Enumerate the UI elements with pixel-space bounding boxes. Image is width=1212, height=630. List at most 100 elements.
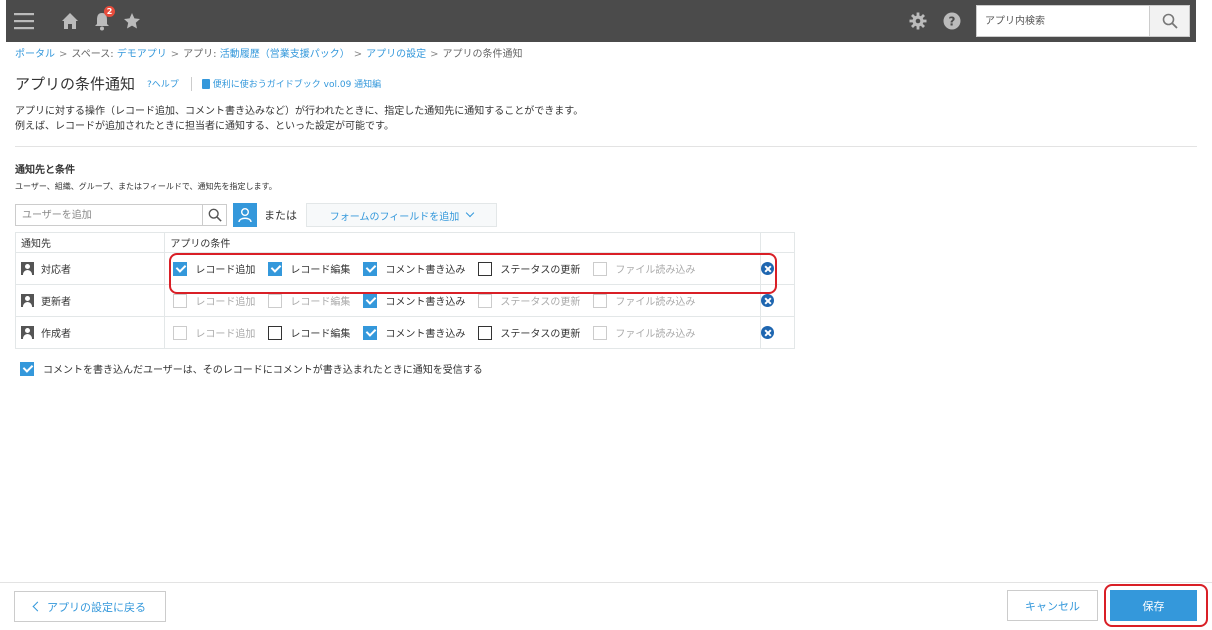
condition-option[interactable]: コメント書き込み (363, 325, 465, 340)
home-icon[interactable] (58, 9, 82, 33)
chevron-down-icon (466, 208, 475, 218)
target-wrap: 対応者 (16, 253, 164, 284)
condition-label: レコード追加 (195, 265, 256, 276)
title-row: アプリの条件通知 ?ヘルプ 便利に使おうガイドブック vol.09 通知編 (15, 73, 381, 94)
target-label: 対応者 (41, 265, 71, 276)
header-target: 通知先 (14, 232, 166, 253)
condition-option: レコード編集 (268, 293, 350, 308)
condition-checkbox[interactable] (268, 261, 283, 276)
condition-option[interactable]: ステータスの更新 (478, 261, 580, 276)
description-line-2: 例えば、レコードが追加されたときに担当者に通知する、といった設定が可能です。 (15, 121, 394, 132)
condition-option[interactable]: レコード編集 (268, 325, 350, 340)
condition-label: ステータスの更新 (500, 297, 581, 308)
breadcrumb-separator: > (170, 49, 180, 60)
condition-checkbox[interactable] (268, 325, 283, 340)
menu-icon[interactable] (12, 9, 36, 33)
favorite-star-icon[interactable] (120, 9, 144, 33)
description-line-1: アプリに対する操作（レコード追加、コメント書き込みなど）が行われたときに、指定し… (15, 106, 584, 117)
remove-row-icon[interactable] (761, 262, 775, 275)
condition-checkbox (593, 261, 608, 276)
svg-text:?: ? (949, 15, 956, 29)
conditions-wrap: レコード追加 レコード編集 コメント書き込み ステータスの更新 ファイル読み込み (165, 285, 760, 316)
condition-option: レコード追加 (173, 325, 255, 340)
condition-checkbox (478, 293, 493, 308)
condition-checkbox (268, 293, 283, 308)
add-target-row: または フォームのフィールドを追加 (15, 203, 497, 227)
back-label: アプリの設定に戻る (47, 600, 146, 614)
user-icon (21, 326, 34, 339)
page-description: アプリに対する操作（レコード追加、コメント書き込みなど）が行われたときに、指定し… (15, 104, 583, 134)
help-link[interactable]: ?ヘルプ (147, 77, 179, 90)
add-form-field-label: フォームのフィールドを追加 (329, 211, 460, 223)
condition-option: ファイル読み込み (593, 261, 695, 276)
footer-divider (0, 582, 1212, 583)
title-divider (190, 76, 192, 91)
or-label: または (264, 209, 297, 222)
commenter-notify-checkbox[interactable] (20, 361, 34, 376)
target-cell: 作成者 (14, 316, 166, 349)
breadcrumb-separator: > (59, 49, 68, 60)
page-title: アプリの条件通知 (15, 75, 136, 93)
target-label: 作成者 (41, 329, 71, 340)
divider (15, 146, 1197, 147)
condition-label: レコード追加 (195, 297, 256, 308)
remove-row-icon[interactable] (761, 326, 775, 339)
user-picker-button[interactable] (233, 203, 257, 227)
breadcrumb-separator: > (430, 49, 439, 60)
condition-label: ステータスの更新 (500, 265, 581, 276)
remove-row-icon[interactable] (761, 294, 775, 307)
breadcrumb-app-prefix: アプリ: (183, 49, 217, 60)
condition-label: コメント書き込み (385, 265, 466, 276)
person-icon (238, 208, 252, 223)
condition-checkbox[interactable] (173, 261, 188, 276)
help-question-icon[interactable]: ? (940, 9, 964, 33)
user-icon (21, 294, 34, 307)
condition-label: レコード編集 (290, 265, 351, 276)
condition-checkbox (593, 325, 608, 340)
condition-checkbox (173, 293, 188, 308)
app-search-button[interactable] (1149, 6, 1189, 36)
conditions-cell: レコード追加 レコード編集 コメント書き込み ステータスの更新 ファイル読み込み (164, 252, 762, 285)
breadcrumb-portal[interactable]: ポータル (15, 49, 55, 60)
breadcrumb-settings[interactable]: アプリの設定 (366, 49, 426, 60)
user-add-input[interactable] (15, 204, 203, 226)
condition-option[interactable]: レコード追加 (173, 261, 255, 276)
breadcrumb-space-prefix: スペース: (71, 49, 114, 60)
delete-cell (760, 252, 795, 285)
save-button[interactable]: 保存 (1110, 590, 1197, 621)
condition-label: レコード追加 (195, 329, 256, 340)
search-icon (208, 208, 222, 222)
conditions-wrap: レコード追加 レコード編集 コメント書き込み ステータスの更新 ファイル読み込み (165, 317, 760, 348)
search-icon (1162, 13, 1178, 29)
add-form-field-dropdown[interactable]: フォームのフィールドを追加 (306, 203, 497, 227)
condition-checkbox[interactable] (478, 261, 493, 276)
condition-checkbox[interactable] (363, 293, 378, 308)
delete-cell (760, 284, 795, 317)
target-wrap: 作成者 (16, 317, 164, 348)
breadcrumb-current: アプリの条件通知 (442, 49, 523, 60)
notification-bell-icon[interactable]: 2 (90, 6, 115, 33)
breadcrumb-app[interactable]: 活動履歴（営業支援パック） (220, 49, 350, 60)
app-search-input[interactable] (977, 6, 1149, 36)
condition-checkbox[interactable] (363, 325, 378, 340)
settings-gear-icon[interactable] (906, 9, 930, 33)
condition-checkbox[interactable] (363, 261, 378, 276)
condition-label: ファイル読み込み (615, 297, 696, 308)
condition-option[interactable]: コメント書き込み (363, 261, 465, 276)
user-search-button[interactable] (203, 204, 227, 226)
condition-option[interactable]: コメント書き込み (363, 293, 465, 308)
breadcrumb-space[interactable]: デモアプリ (117, 49, 167, 60)
condition-option[interactable]: レコード編集 (268, 261, 350, 276)
header-conditions: アプリの条件 (164, 232, 762, 253)
condition-label: レコード編集 (290, 329, 351, 340)
book-icon (201, 78, 210, 89)
conditions-cell: レコード追加 レコード編集 コメント書き込み ステータスの更新 ファイル読み込み (164, 284, 762, 317)
condition-option[interactable]: ステータスの更新 (478, 325, 580, 340)
back-to-settings-button[interactable]: アプリの設定に戻る (14, 591, 166, 622)
commenter-notify-option[interactable]: コメントを書き込んだユーザーは、そのレコードにコメントが書き込まれたときに通知を… (20, 361, 483, 376)
notification-badge: 2 (104, 6, 115, 17)
condition-option: ファイル読み込み (593, 325, 695, 340)
cancel-button[interactable]: キャンセル (1007, 590, 1098, 621)
condition-checkbox[interactable] (478, 325, 493, 340)
guidebook-link[interactable]: 便利に使おうガイドブック vol.09 通知編 (201, 77, 381, 90)
